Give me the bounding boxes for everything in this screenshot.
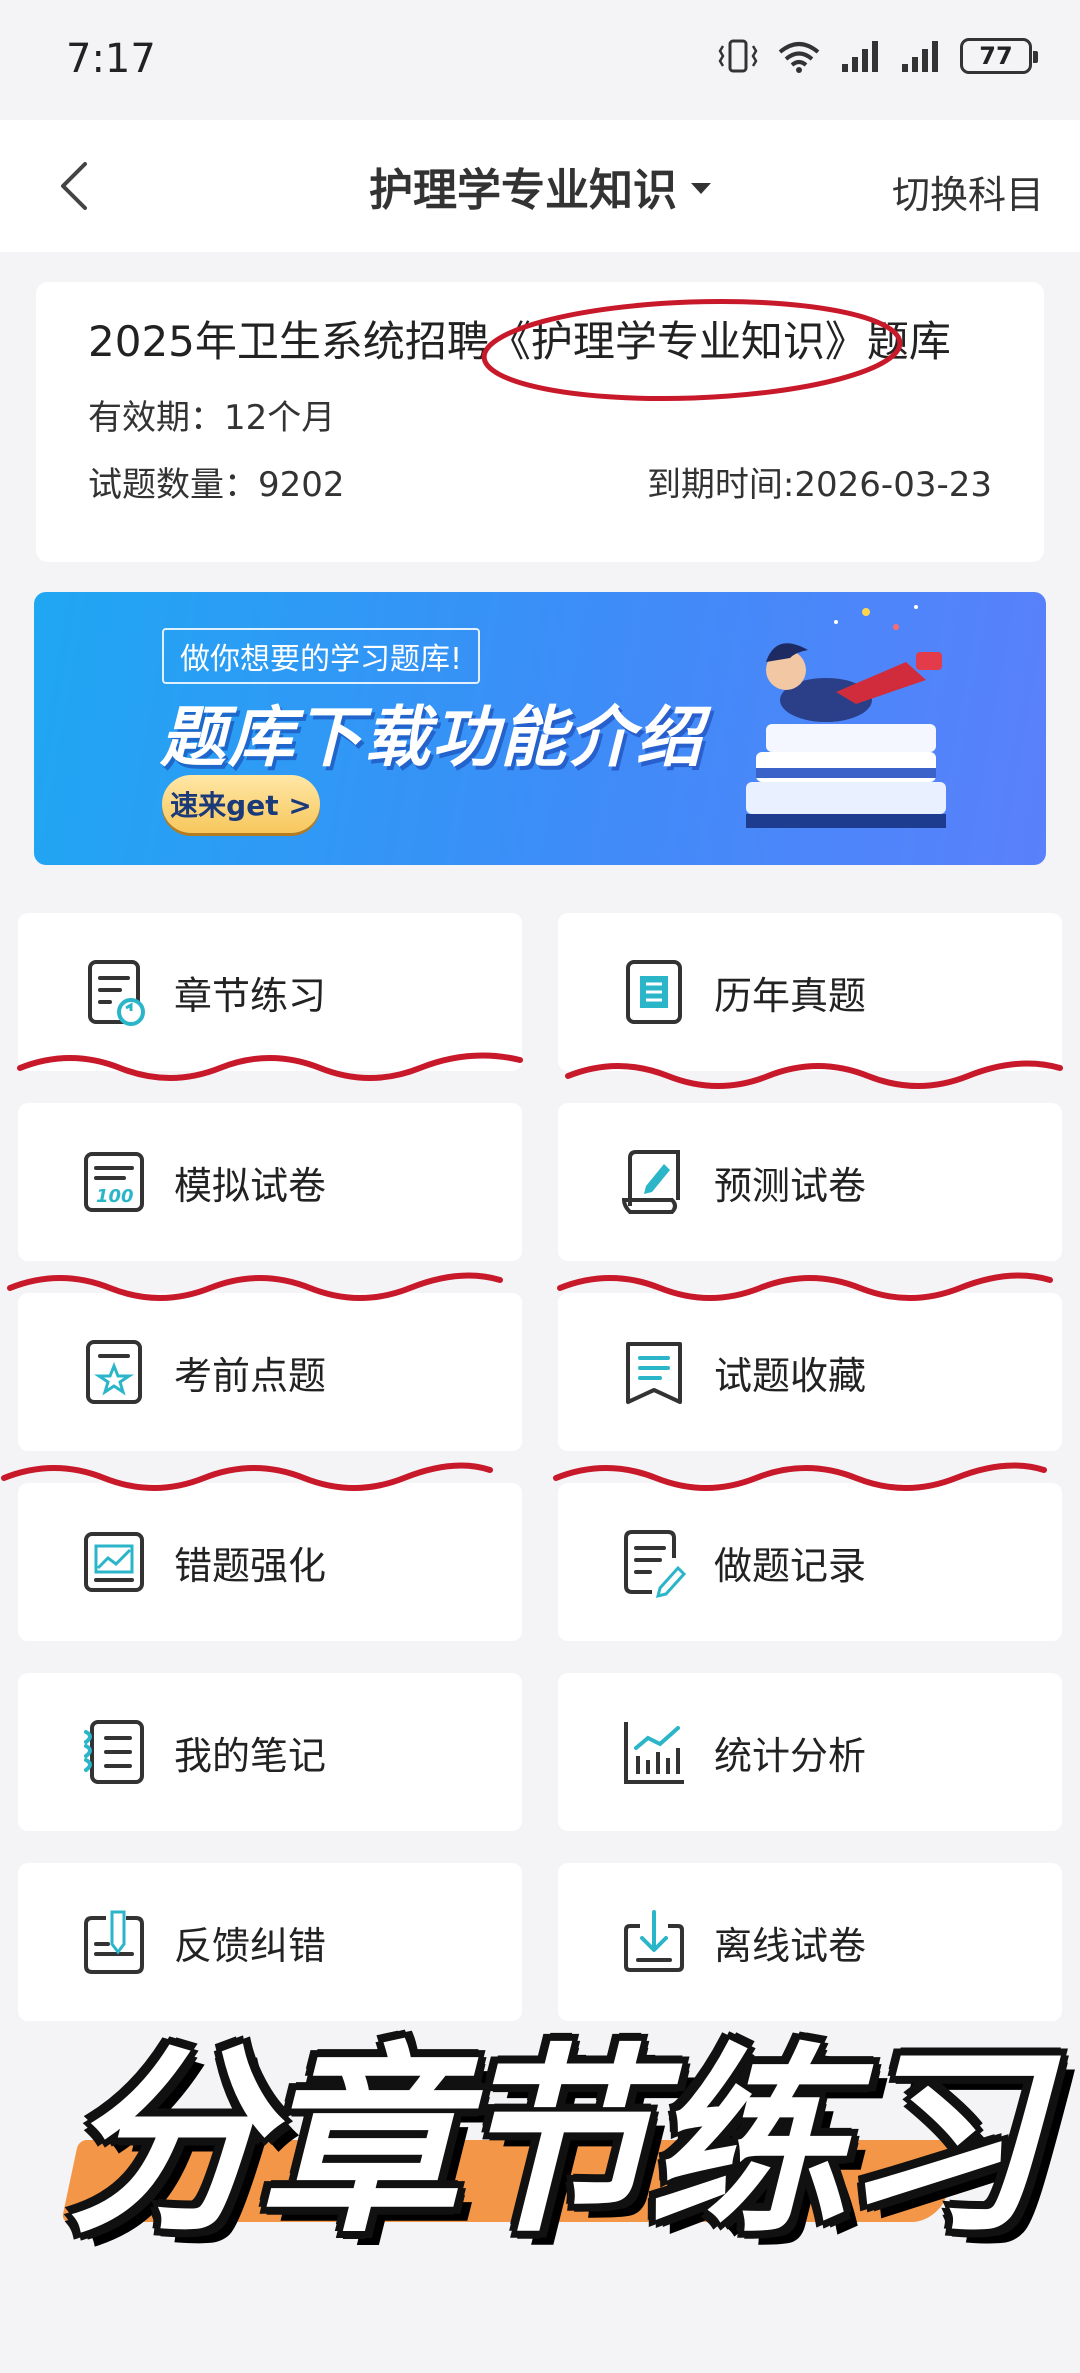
menu-label: 试题收藏 <box>714 1353 867 1398</box>
signal-icon <box>842 41 878 72</box>
menu-label: 考前点题 <box>174 1353 327 1398</box>
wifi-icon <box>778 42 820 73</box>
menu-label: 统计分析 <box>714 1733 867 1778</box>
menu-wrong-answers[interactable]: 错题强化 <box>18 1483 522 1641</box>
mock-exam-icon: 100 <box>84 1152 144 1212</box>
statistics-icon <box>624 1722 684 1784</box>
signal-icon-2 <box>902 41 938 72</box>
question-bank-info-card: 2025年卫生系统招聘《护理学专业知识》题库 有效期：12个月 试题数量：920… <box>36 282 1044 562</box>
menu-past-exams[interactable]: 历年真题 <box>558 913 1062 1071</box>
menu-mock-exams[interactable]: 100 模拟试卷 <box>18 1103 522 1261</box>
menu-label: 做题记录 <box>714 1543 867 1588</box>
menu-label: 反馈纠错 <box>174 1923 327 1968</box>
status-time: 7:17 <box>66 36 156 82</box>
validity-row: 有效期：12个月 <box>88 390 992 439</box>
count-value: 9202 <box>258 465 345 505</box>
caret-down-icon[interactable] <box>691 182 711 194</box>
question-bank-title: 2025年卫生系统招聘《护理学专业知识》题库 <box>88 317 951 366</box>
vibrate-icon <box>718 39 758 73</box>
chapter-practice-icon <box>88 960 145 1026</box>
menu-forecast-exams[interactable]: 预测试卷 <box>558 1103 1062 1261</box>
menu-label: 模拟试卷 <box>174 1163 327 1208</box>
notes-icon <box>84 1720 144 1784</box>
count-expire-row: 试题数量：9202 到期时间:2026-03-23 <box>88 457 992 506</box>
bookmark-icon <box>626 1342 682 1404</box>
feedback-icon <box>84 1910 144 1974</box>
subject-title[interactable]: 护理学专业知识 <box>369 154 677 218</box>
student-reading-illustration <box>746 605 946 828</box>
history-record-icon <box>624 1530 687 1599</box>
validity-label: 有效期： <box>88 398 224 438</box>
wrong-answers-icon <box>84 1532 144 1592</box>
expire-value: 2026-03-23 <box>794 465 992 505</box>
count-label: 试题数量： <box>88 465 258 505</box>
validity-value: 12个月 <box>224 398 336 438</box>
menu-history-record[interactable]: 做题记录 <box>558 1483 1062 1641</box>
feature-menu-grid: 章节练习 历年真题 100 模拟试卷 预测试卷 考前点题 试题收藏 错题强化 做… <box>18 913 1062 2021</box>
banner-headline: 题库下载功能介绍 <box>160 699 704 776</box>
chevron-left-icon <box>61 162 87 210</box>
banner-get-button[interactable]: 速来get > <box>162 775 320 833</box>
past-exam-icon <box>626 960 682 1024</box>
menu-statistics[interactable]: 统计分析 <box>558 1673 1062 1831</box>
menu-label: 章节练习 <box>174 973 327 1018</box>
status-bar: 7:17 77 <box>0 0 1080 120</box>
forecast-exam-icon <box>621 1150 680 1214</box>
offline-download-icon <box>624 1910 684 1972</box>
download-feature-banner[interactable]: 做你想要的学习题库! 题库下载功能介绍 速来get > <box>34 592 1046 865</box>
expire-label: 到期时间: <box>646 465 795 505</box>
menu-label: 历年真题 <box>714 973 867 1018</box>
menu-my-notes[interactable]: 我的笔记 <box>18 1673 522 1831</box>
overlay-caption: 分章节练习 <box>64 2027 1041 2260</box>
battery-icon: 77 <box>960 38 1038 74</box>
menu-label: 错题强化 <box>174 1543 327 1588</box>
status-icons: 77 <box>718 38 1038 74</box>
menu-chapter-practice[interactable]: 章节练习 <box>18 913 522 1071</box>
switch-subject-button[interactable]: 切换科目 <box>892 164 1044 219</box>
top-nav-bar: 护理学专业知识 切换科目 <box>0 120 1080 252</box>
menu-label: 我的笔记 <box>174 1733 327 1778</box>
banner-tag: 做你想要的学习题库! <box>162 628 481 684</box>
back-button[interactable] <box>44 156 104 216</box>
svg-text:100: 100 <box>96 1186 134 1207</box>
menu-bookmarks[interactable]: 试题收藏 <box>558 1293 1062 1451</box>
menu-label: 离线试卷 <box>714 1923 867 1968</box>
menu-label: 预测试卷 <box>714 1163 867 1208</box>
menu-key-points[interactable]: 考前点题 <box>18 1293 522 1451</box>
key-points-icon <box>86 1340 142 1404</box>
